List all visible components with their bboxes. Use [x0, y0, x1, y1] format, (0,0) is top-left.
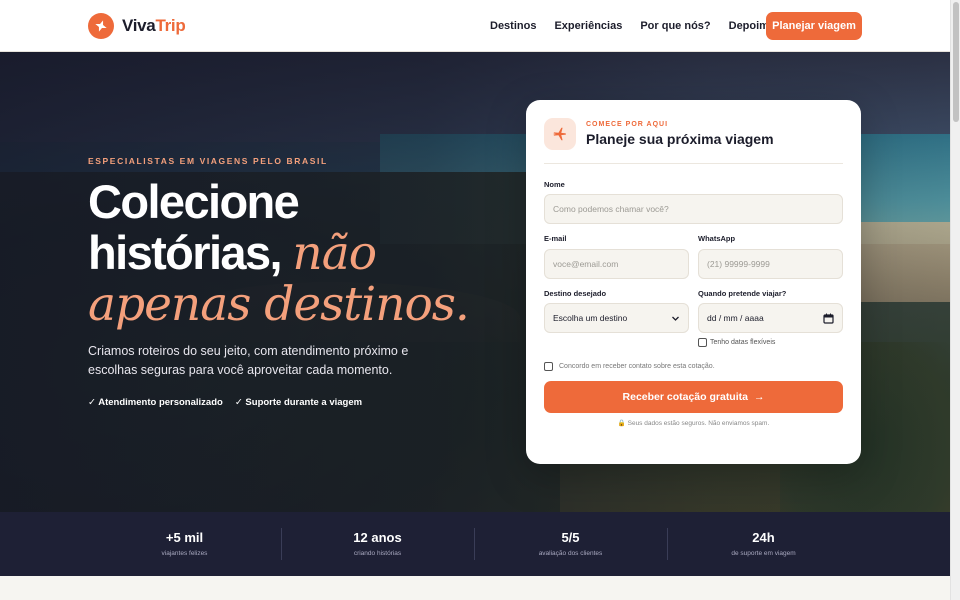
name-label: Nome — [544, 180, 565, 189]
email-label: E-mail — [544, 234, 567, 243]
stat-rating: 5/5 avaliação dos clientes — [474, 512, 667, 576]
name-input[interactable]: Como podemos chamar você? — [544, 194, 843, 224]
stat-value: 5/5 — [561, 530, 580, 545]
get-quote-label: Receber cotação gratuita — [622, 391, 748, 403]
stat-value: 24h — [752, 530, 775, 545]
stat-value: +5 mil — [165, 530, 204, 545]
hero-eyebrow: ESPECIALISTAS EM VIAGENS PELO BRASIL — [88, 156, 328, 166]
airplane-icon — [544, 118, 576, 150]
privacy-note: 🔒 Seus dados estão seguros. Não enviamos… — [617, 420, 770, 427]
hero-checks: ✓ Atendimento personalizado ✓ Suporte du… — [88, 397, 362, 408]
travel-date-input[interactable]: dd / mm / aaaa — [698, 303, 843, 333]
flexible-dates-checkbox[interactable] — [698, 338, 707, 347]
nav-link-por-que-nos[interactable]: Por que nós? — [640, 20, 710, 32]
stat-value: 12 anos — [353, 530, 402, 545]
get-quote-button[interactable]: Receber cotação gratuita → — [544, 381, 843, 413]
stats-bar: +5 mil viajantes felizes 12 anos criando… — [0, 512, 950, 576]
hero-headline: Colecione histórias, não apenas destinos… — [88, 176, 508, 330]
stat-label: criando histórias — [353, 550, 402, 557]
consent-checkbox[interactable] — [544, 362, 553, 371]
top-navbar: VivaTrip Destinos Experiências Por que n… — [0, 0, 950, 52]
stat-label: viajantes felizes — [161, 550, 208, 557]
whatsapp-label: WhatsApp — [698, 234, 736, 243]
date-value: dd / mm / aaaa — [707, 313, 764, 323]
email-input[interactable]: voce@email.com — [544, 249, 689, 279]
destination-select[interactable]: Escolha um destino — [544, 303, 689, 333]
stat-label: avaliação dos clientes — [538, 550, 603, 557]
compass-star-icon — [88, 13, 114, 39]
destination-value: Escolha um destino — [553, 313, 628, 323]
chevron-down-icon — [671, 314, 680, 325]
date-label: Quando pretende viajar? — [698, 289, 787, 298]
headline-line-3: apenas destinos. — [88, 277, 470, 332]
brand-name: VivaTrip — [122, 16, 186, 35]
destination-label: Destino desejado — [544, 289, 607, 298]
form-title: Planeje sua próxima viagem — [586, 131, 774, 147]
check-item: ✓ Suporte durante a viagem — [234, 397, 363, 408]
whatsapp-input[interactable]: (21) 99999-9999 — [698, 249, 843, 279]
calendar-icon[interactable] — [823, 313, 834, 326]
next-section-preview — [0, 576, 950, 600]
check-item: ✓ Atendimento personalizado — [88, 397, 223, 408]
consent-option[interactable]: Concordo em receber contato sobre esta c… — [544, 362, 715, 371]
flexible-dates-label: Tenho datas flexíveis — [710, 339, 776, 346]
arrow-right-icon: → — [753, 391, 765, 403]
headline-line-2: histórias, não — [88, 226, 377, 281]
headline-line-1: Colecione — [88, 175, 300, 228]
page-scrollbar[interactable] — [950, 0, 960, 600]
stat-support: 24h de suporte em viagem — [667, 512, 860, 576]
stat-travelers: +5 mil viajantes felizes — [88, 512, 281, 576]
divider — [544, 163, 843, 164]
hero-subtitle: Criamos roteiros do seu jeito, com atend… — [88, 344, 409, 377]
flexible-dates-option[interactable]: Tenho datas flexíveis — [698, 338, 775, 347]
consent-label: Concordo em receber contato sobre esta c… — [559, 363, 715, 370]
plan-trip-button[interactable]: Planejar viagem — [766, 12, 862, 40]
stat-years: 12 anos criando histórias — [281, 512, 474, 576]
nav-link-destinos[interactable]: Destinos — [490, 20, 536, 32]
stat-label: de suporte em viagem — [731, 550, 796, 557]
nav-link-experiencias[interactable]: Experiências — [554, 20, 622, 32]
brand-logo[interactable]: VivaTrip — [88, 13, 186, 39]
scrollbar-thumb[interactable] — [953, 2, 959, 122]
form-eyebrow: COMECE POR AQUI — [586, 121, 669, 128]
quote-form-card: COMECE POR AQUI Planeje sua próxima viag… — [526, 100, 861, 464]
